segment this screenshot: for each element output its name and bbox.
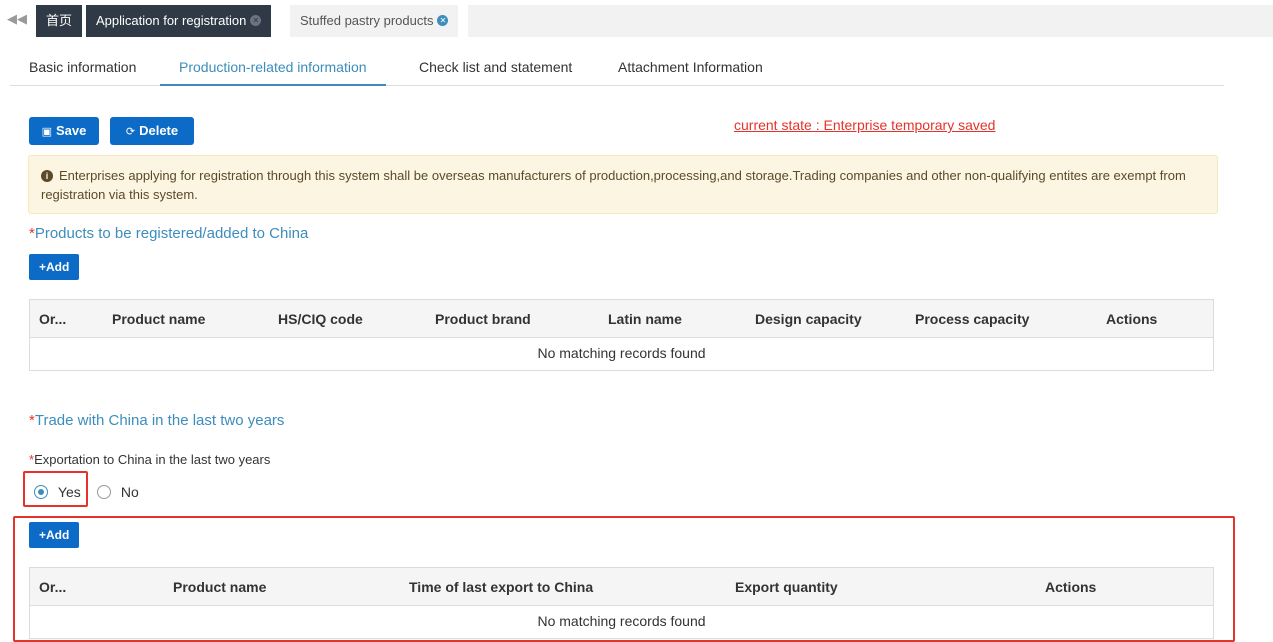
refresh-icon: ⟳ xyxy=(125,126,136,138)
export-highlight-box xyxy=(13,516,1235,642)
radio-no-label: No xyxy=(120,484,139,501)
products-section-title: *Products to be registered/added to Chin… xyxy=(29,225,309,242)
tab-application-for-registration[interactable]: Application for registration ✕ xyxy=(86,5,272,37)
exportation-question-label: *Exportation to China in the last two ye… xyxy=(29,452,271,467)
current-state-link[interactable]: current state : Enterprise temporary sav… xyxy=(734,117,995,133)
tab-check-list-and-statement[interactable]: Check list and statement xyxy=(419,50,572,86)
tab-bar-filler xyxy=(468,5,1273,37)
exportation-question-text: Exportation to China in the last two yea… xyxy=(34,452,271,467)
tab-attachment-information[interactable]: Attachment Information xyxy=(618,50,763,86)
products-table: Or... Product name HS/CIQ code Product b… xyxy=(29,299,1214,371)
radio-option-no[interactable]: No xyxy=(97,483,139,500)
products-title-text: Products to be registered/added to China xyxy=(34,225,309,242)
tab-production-related-information[interactable]: Production-related information xyxy=(160,50,386,86)
delete-button[interactable]: ⟳ Delete xyxy=(110,117,194,145)
column-header-latin-name[interactable]: Latin name xyxy=(608,311,682,327)
floppy-icon: ▣ xyxy=(41,126,53,138)
tab-home-label: 首页 xyxy=(46,13,73,28)
tab-home[interactable]: 首页 xyxy=(36,5,83,37)
save-label: Save xyxy=(56,123,87,138)
column-header-hs-ciq-code[interactable]: HS/CIQ code xyxy=(278,311,363,327)
info-alert: i Enterprises applying for registration t… xyxy=(28,155,1218,214)
delete-label: Delete xyxy=(139,123,179,138)
double-chevron-left-icon[interactable]: ◀◀ xyxy=(7,10,27,28)
alert-text: Enterprises applying for registration th… xyxy=(41,168,1186,202)
save-button[interactable]: ▣ Save xyxy=(29,117,99,145)
column-header-product-name[interactable]: Product name xyxy=(112,311,205,327)
add-label: Add xyxy=(46,260,70,274)
trade-section-title: *Trade with China in the last two years xyxy=(29,412,285,429)
table-header: Or... Product name HS/CIQ code Product b… xyxy=(30,300,1213,338)
empty-row-text: No matching records found xyxy=(537,345,706,361)
column-header-actions: Actions xyxy=(1106,311,1158,327)
info-circle-icon: i xyxy=(41,170,53,182)
add-product-button[interactable]: +Add xyxy=(29,254,80,280)
plus-icon: + xyxy=(39,260,47,274)
section-tabs: Basic information Production-related inf… xyxy=(10,50,1224,86)
column-header-product-brand[interactable]: Product brand xyxy=(435,311,531,327)
tab-label: Stuffed pastry products xyxy=(300,13,434,28)
tab-label: Application for registration xyxy=(96,13,247,28)
column-header-design-capacity[interactable]: Design capacity xyxy=(755,311,862,327)
tab-basic-information[interactable]: Basic information xyxy=(29,50,136,86)
yes-highlight-box xyxy=(23,471,88,507)
close-icon[interactable]: ✕ xyxy=(437,15,449,27)
close-icon[interactable]: ✕ xyxy=(250,15,262,27)
radio-no[interactable] xyxy=(97,485,111,500)
top-tab-bar: ◀◀ 首页 Application for registration ✕ Stuf… xyxy=(0,0,1273,40)
trade-title-text: Trade with China in the last two years xyxy=(34,412,285,429)
column-header-process-capacity[interactable]: Process capacity xyxy=(915,311,1029,327)
column-header-order[interactable]: Or... xyxy=(39,311,66,327)
tab-stuffed-pastry-products[interactable]: Stuffed pastry products ✕ xyxy=(290,5,459,37)
